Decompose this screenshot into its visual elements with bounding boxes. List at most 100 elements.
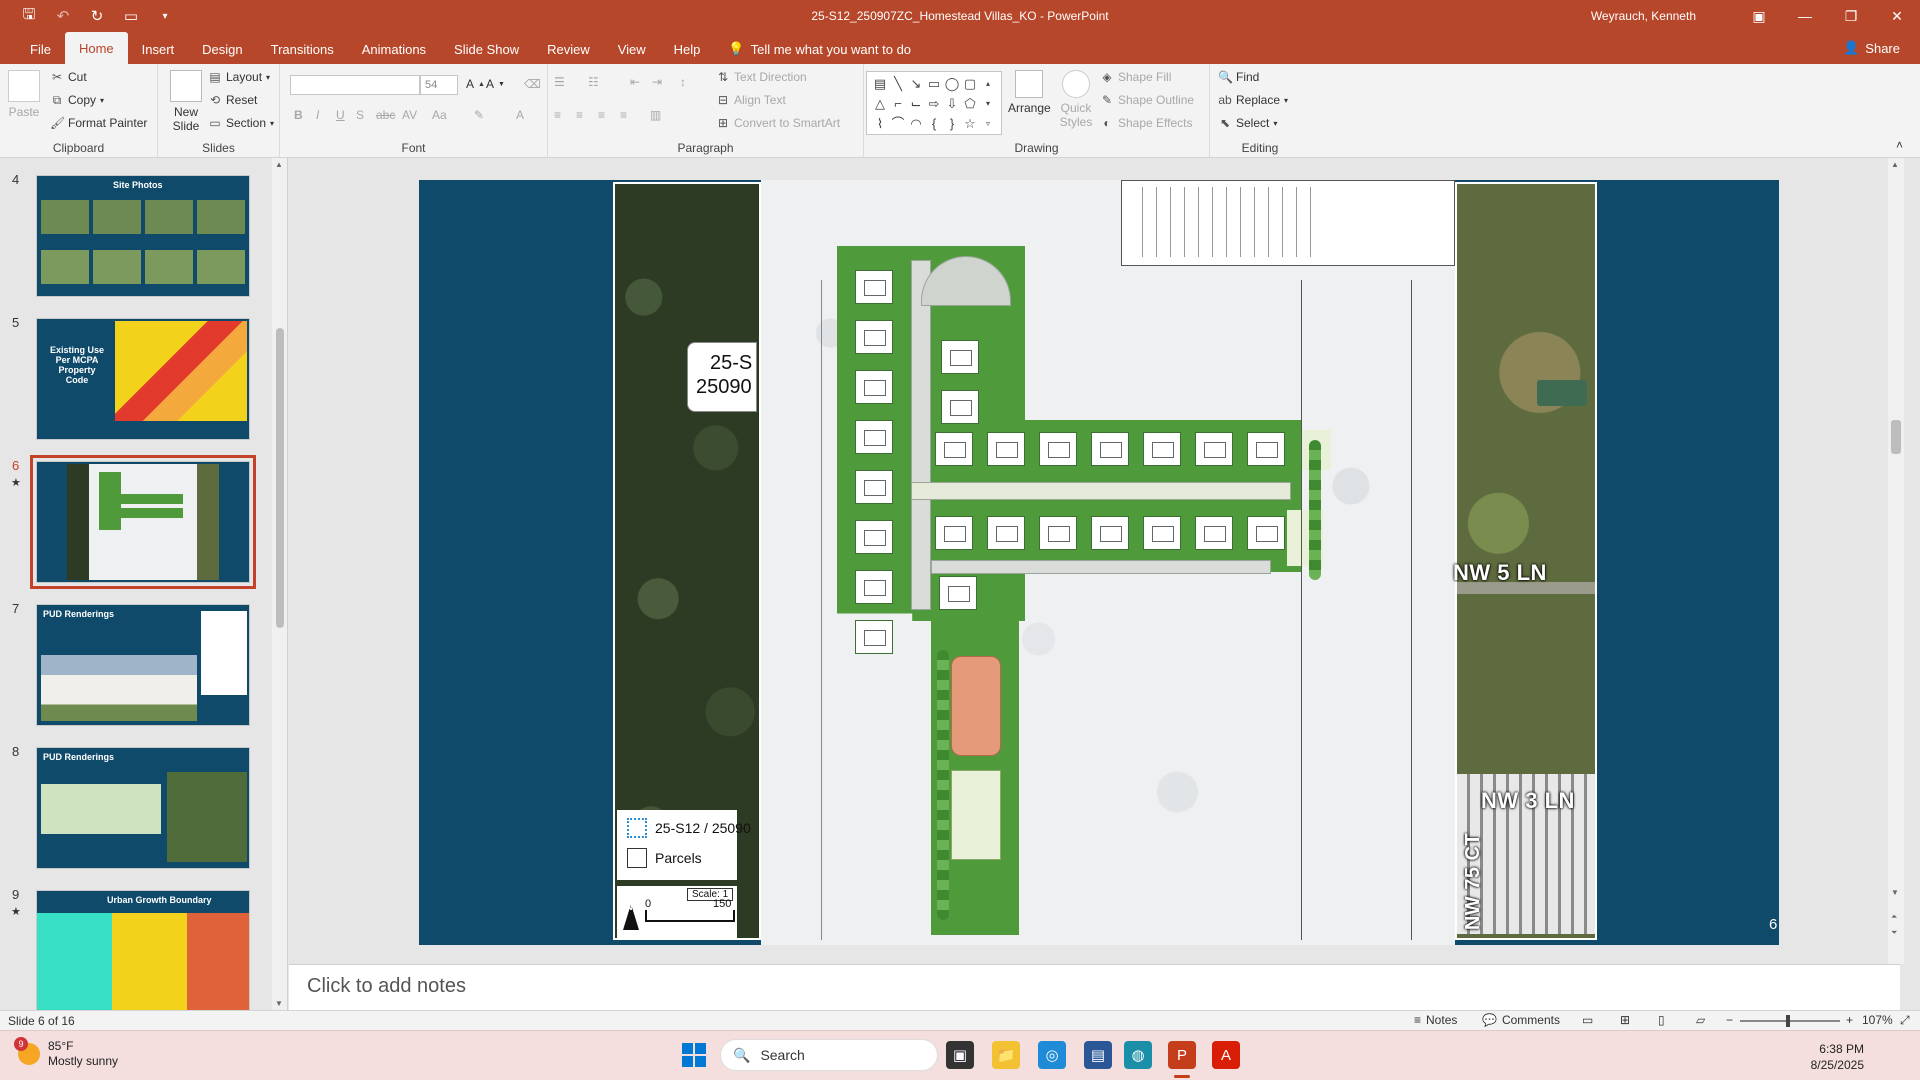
italic-icon[interactable]: I bbox=[316, 108, 319, 122]
zoom-slider-thumb[interactable] bbox=[1786, 1015, 1790, 1027]
shape-effects-button[interactable]: ◐ Shape Effects bbox=[1100, 116, 1192, 130]
zoom-in-icon[interactable]: + bbox=[1846, 1013, 1853, 1027]
scroll-down-icon[interactable]: ▼ bbox=[275, 999, 283, 1008]
arrange-button[interactable]: Arrange bbox=[1008, 70, 1051, 115]
section-button[interactable]: ▭ Section ▾ bbox=[208, 116, 274, 130]
star-shape-icon[interactable]: ☆ bbox=[961, 114, 979, 134]
layout-button[interactable]: ▤ Layout ▾ bbox=[208, 70, 270, 84]
taskbar-search[interactable]: 🔍 Search bbox=[720, 1039, 938, 1071]
justify-icon[interactable]: ≡ bbox=[620, 108, 627, 122]
rounded-rect-shape-icon[interactable]: ▢ bbox=[961, 74, 979, 94]
slide-show-icon[interactable]: ▱ bbox=[1696, 1013, 1705, 1027]
collapse-ribbon-icon[interactable]: ˄ bbox=[1896, 138, 1903, 152]
thumbnail-slide-7[interactable]: PUD Renderings bbox=[36, 604, 250, 726]
thumbnail-row-9[interactable]: 9 ★ Urban Growth Boundary bbox=[0, 873, 280, 1010]
acrobat-app-icon[interactable]: A bbox=[1212, 1041, 1240, 1069]
select-button[interactable]: ⬉ Select ▾ bbox=[1218, 116, 1277, 130]
thumbnail-slide-8[interactable]: PUD Renderings bbox=[36, 747, 250, 869]
tab-file[interactable]: File bbox=[16, 34, 65, 64]
tab-review[interactable]: Review bbox=[533, 34, 604, 64]
start-button[interactable] bbox=[682, 1043, 706, 1067]
restore-button[interactable]: ❐ bbox=[1828, 0, 1874, 32]
tell-me-search[interactable]: 💡 Tell me what you want to do bbox=[714, 34, 925, 64]
decrease-indent-icon[interactable]: ⇤ bbox=[630, 75, 640, 89]
font-size-combo[interactable]: 54 bbox=[420, 75, 458, 95]
shape-fill-button[interactable]: ◈ Shape Fill bbox=[1100, 70, 1171, 84]
thumbnail-row-5[interactable]: 5 Existing Use Per MCPA Property Code bbox=[0, 301, 280, 440]
scale-bar[interactable]: Scale: 1 N 0 150 bbox=[617, 886, 737, 938]
paste-button[interactable]: Paste bbox=[8, 70, 40, 119]
thumbnail-row-6[interactable]: 6 ★ bbox=[0, 444, 280, 589]
arc-shape-icon[interactable]: ◠ bbox=[907, 114, 925, 134]
align-center-icon[interactable]: ≡ bbox=[576, 108, 583, 122]
tab-insert[interactable]: Insert bbox=[128, 34, 189, 64]
system-clock[interactable]: 6:38 PM 8/25/2025 bbox=[1811, 1041, 1864, 1073]
convert-smartart-button[interactable]: ⊞ Convert to SmartArt bbox=[716, 116, 840, 130]
copy-button[interactable]: ⧉ Copy ▾ bbox=[50, 93, 104, 107]
right-arrow-shape-icon[interactable]: ⇨ bbox=[925, 94, 943, 114]
file-explorer-icon[interactable]: 📁 bbox=[992, 1041, 1020, 1069]
shadow-icon[interactable]: S bbox=[356, 108, 364, 122]
align-text-button[interactable]: ⊟ Align Text bbox=[716, 93, 786, 107]
powerpoint-app-icon[interactable]: P bbox=[1168, 1041, 1196, 1069]
scrollbar-thumb[interactable] bbox=[1891, 420, 1901, 454]
task-view-icon[interactable]: ▣ bbox=[946, 1041, 974, 1069]
textbox-shape-icon[interactable]: ▤ bbox=[871, 74, 889, 94]
zoom-slider[interactable] bbox=[1740, 1020, 1840, 1022]
zoom-level[interactable]: 107% bbox=[1862, 1013, 1893, 1027]
previous-slide-icon[interactable]: ⏶ bbox=[1891, 912, 1897, 922]
site-plan-drawing[interactable] bbox=[761, 180, 1455, 945]
tab-design[interactable]: Design bbox=[188, 34, 256, 64]
quick-styles-button[interactable]: Quick Styles bbox=[1056, 70, 1096, 129]
align-left-icon[interactable]: ≡ bbox=[554, 108, 561, 122]
map-legend[interactable]: 25-S12 / 25090 Parcels bbox=[617, 810, 751, 880]
save-icon[interactable]: 🖫 bbox=[14, 2, 44, 30]
strikethrough-icon[interactable]: abc bbox=[376, 108, 395, 122]
edge-browser-icon[interactable]: ◎ bbox=[1038, 1041, 1066, 1069]
increase-font-icon[interactable]: A ▲ bbox=[466, 77, 485, 91]
columns-icon[interactable]: ▥ bbox=[650, 108, 661, 122]
pentagon-shape-icon[interactable]: ⬠ bbox=[961, 94, 979, 114]
next-slide-icon[interactable]: ⏷ bbox=[1891, 928, 1897, 938]
curve-connector-icon[interactable]: ⌙ bbox=[907, 94, 925, 114]
ribbon-display-options-icon[interactable]: ▣ bbox=[1736, 0, 1782, 32]
gallery-up-icon[interactable]: ▴ bbox=[979, 74, 997, 94]
bullets-icon[interactable]: ☰ bbox=[554, 75, 565, 89]
format-painter-button[interactable]: 🖌 Format Painter bbox=[50, 116, 147, 130]
shapes-gallery[interactable]: ▤ ╲ ↘ ▭ ◯ ▢ ▴ △ ⌐ ⌙ ⇨ ⇩ ⬠ ▾ ⌇ ⌒ ◠{} ☆ ▿ bbox=[866, 71, 1002, 135]
character-spacing-icon[interactable]: AV bbox=[402, 108, 417, 122]
notes-pane[interactable]: Click to add notes bbox=[289, 964, 1900, 1010]
gallery-down-icon[interactable]: ▾ bbox=[979, 94, 997, 114]
normal-view-icon[interactable]: ▭ bbox=[1582, 1013, 1593, 1027]
gallery-more-icon[interactable]: ▿ bbox=[979, 114, 997, 134]
thumbnail-slide-9[interactable]: Urban Growth Boundary bbox=[36, 890, 250, 1010]
slide-sorter-icon[interactable]: ⊞ bbox=[1620, 1013, 1630, 1027]
reading-view-icon[interactable]: ▯ bbox=[1658, 1013, 1665, 1027]
text-direction-button[interactable]: ⇅ Text Direction bbox=[716, 70, 807, 84]
right-brace-shape-icon[interactable]: } bbox=[943, 114, 961, 134]
triangle-shape-icon[interactable]: △ bbox=[871, 94, 889, 114]
slide-scrollbar[interactable]: ▲ ▼ ⏶ ⏷ bbox=[1888, 158, 1904, 964]
weather-widget[interactable]: 9 85°F Mostly sunny bbox=[14, 1037, 118, 1069]
thumbnail-scrollbar[interactable]: ▲ ▼ bbox=[272, 158, 287, 1010]
scroll-up-icon[interactable]: ▲ bbox=[1891, 160, 1899, 169]
site-label-callout[interactable]: 25-S 25090 bbox=[687, 342, 757, 412]
font-color-icon[interactable]: A bbox=[516, 108, 524, 122]
tab-help[interactable]: Help bbox=[660, 34, 715, 64]
scroll-up-icon[interactable]: ▲ bbox=[275, 160, 283, 169]
store-icon[interactable]: ▤ bbox=[1084, 1041, 1112, 1069]
scrollbar-thumb[interactable] bbox=[276, 328, 284, 628]
find-button[interactable]: 🔍 Find bbox=[1218, 70, 1259, 84]
thumbnail-slide-6[interactable] bbox=[30, 455, 256, 589]
bold-icon[interactable]: B bbox=[294, 108, 303, 122]
thumbnail-slide-5[interactable]: Existing Use Per MCPA Property Code bbox=[36, 318, 250, 440]
replace-button[interactable]: ab Replace ▾ bbox=[1218, 93, 1288, 107]
tab-animations[interactable]: Animations bbox=[348, 34, 440, 64]
freeform-shape-icon[interactable]: ⌇ bbox=[871, 114, 889, 134]
curve-shape-icon[interactable]: ⌒ bbox=[889, 114, 907, 134]
rectangle-shape-icon[interactable]: ▭ bbox=[925, 74, 943, 94]
font-name-combo[interactable] bbox=[290, 75, 420, 95]
cut-button[interactable]: ✂ Cut bbox=[50, 70, 87, 84]
line-spacing-icon[interactable]: ↕ bbox=[680, 75, 686, 89]
undo-icon[interactable]: ↶ bbox=[48, 2, 78, 30]
